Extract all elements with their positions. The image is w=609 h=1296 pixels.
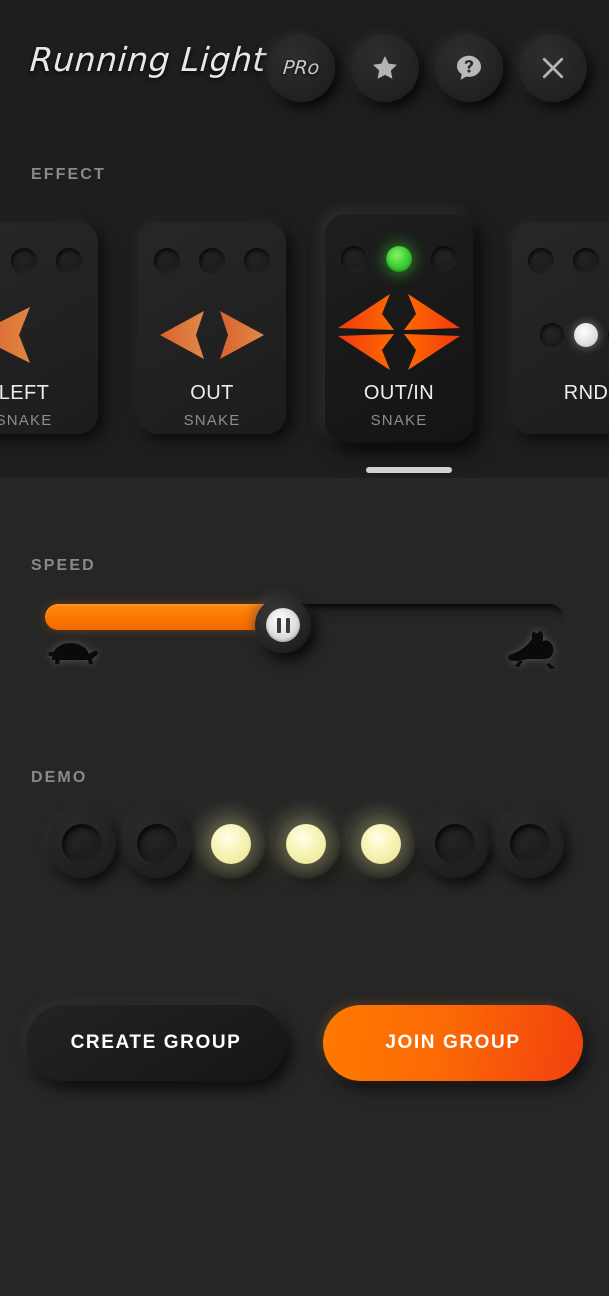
speed-section-label: SPEED xyxy=(31,557,96,574)
arrows-out-icon xyxy=(138,294,286,376)
rnd-dot-active xyxy=(574,323,598,347)
effect-section-label: EFFECT xyxy=(31,166,106,183)
demo-led-on[interactable] xyxy=(346,810,415,878)
card-led xyxy=(199,248,225,274)
card-led xyxy=(154,248,180,274)
close-icon xyxy=(542,57,564,79)
card-title: RND xyxy=(563,382,609,404)
demo-led-bulb xyxy=(136,824,177,864)
card-led xyxy=(431,246,457,272)
effect-card-out[interactable]: OUT SNAKE xyxy=(138,222,286,434)
demo-led-off[interactable] xyxy=(48,810,116,878)
card-led-row xyxy=(512,248,609,274)
card-title: LEFT xyxy=(0,382,50,404)
demo-led-bulb xyxy=(285,824,326,864)
demo-section-label: DEMO xyxy=(31,769,88,786)
create-group-button[interactable]: CREATE GROUP xyxy=(26,1005,286,1081)
random-dots-icon xyxy=(512,294,609,376)
demo-led-bulb xyxy=(435,824,476,864)
demo-led-bulb xyxy=(509,824,550,864)
card-led xyxy=(528,248,554,274)
rabbit-icon xyxy=(505,628,567,679)
rnd-dot xyxy=(540,323,564,347)
demo-led-off[interactable] xyxy=(122,810,191,878)
card-led xyxy=(56,248,82,274)
arrow-left-icon xyxy=(0,294,98,376)
star-icon xyxy=(373,56,397,79)
card-subtitle: SNAKE xyxy=(370,412,428,429)
demo-led-off[interactable] xyxy=(495,810,564,878)
card-subtitle: SNAKE xyxy=(183,412,241,429)
effect-card-out-in[interactable]: OUT/IN SNAKE xyxy=(325,214,473,442)
demo-led-bulb xyxy=(62,824,102,864)
card-title: OUT/IN xyxy=(363,382,435,404)
card-subtitle: SNAKE xyxy=(0,412,53,429)
favorite-button[interactable] xyxy=(351,34,419,102)
pause-icon xyxy=(266,608,300,642)
help-button[interactable] xyxy=(435,34,503,102)
close-button[interactable] xyxy=(519,34,587,102)
speed-slider-thumb[interactable] xyxy=(255,597,311,653)
effect-card-rnd[interactable]: RND xyxy=(512,222,609,434)
effect-card-left[interactable]: LEFT SNAKE xyxy=(0,222,98,434)
card-led-row xyxy=(325,246,473,272)
card-led-active xyxy=(386,246,412,272)
card-led xyxy=(11,248,37,274)
action-button-row: CREATE GROUP JOIN GROUP xyxy=(26,1005,583,1081)
speed-slider-fill xyxy=(45,604,283,630)
speed-slider[interactable] xyxy=(45,597,563,653)
pro-badge-icon: PRo xyxy=(281,57,321,79)
demo-led-off[interactable] xyxy=(421,810,490,878)
join-group-button[interactable]: JOIN GROUP xyxy=(323,1005,583,1081)
effect-card-strip[interactable]: LEFT SNAKE OUT SNAKE OUT/IN SNAKE RND xyxy=(0,214,609,442)
page-title: Running Light xyxy=(28,40,268,79)
demo-led-bulb xyxy=(211,824,252,864)
running-light-app: Running Light PRo EFFECT LEFT SNAKE OUT … xyxy=(0,0,609,1296)
demo-led-on[interactable] xyxy=(271,810,340,878)
card-led-row xyxy=(0,248,98,274)
card-led xyxy=(573,248,599,274)
demo-led-row xyxy=(48,808,564,880)
turtle-icon xyxy=(46,636,102,673)
question-bubble-icon xyxy=(457,55,481,80)
header-button-group: PRo xyxy=(267,34,587,102)
pro-button[interactable]: PRo xyxy=(267,34,335,102)
card-led xyxy=(244,248,270,274)
app-header: Running Light PRo xyxy=(0,0,609,136)
effect-strip-scrollbar[interactable] xyxy=(366,467,452,473)
card-led-row xyxy=(138,248,286,274)
demo-led-bulb xyxy=(360,824,401,864)
arrows-out-in-icon xyxy=(325,292,473,374)
card-led xyxy=(341,246,367,272)
demo-led-on[interactable] xyxy=(197,810,266,878)
card-title: OUT xyxy=(190,382,234,404)
